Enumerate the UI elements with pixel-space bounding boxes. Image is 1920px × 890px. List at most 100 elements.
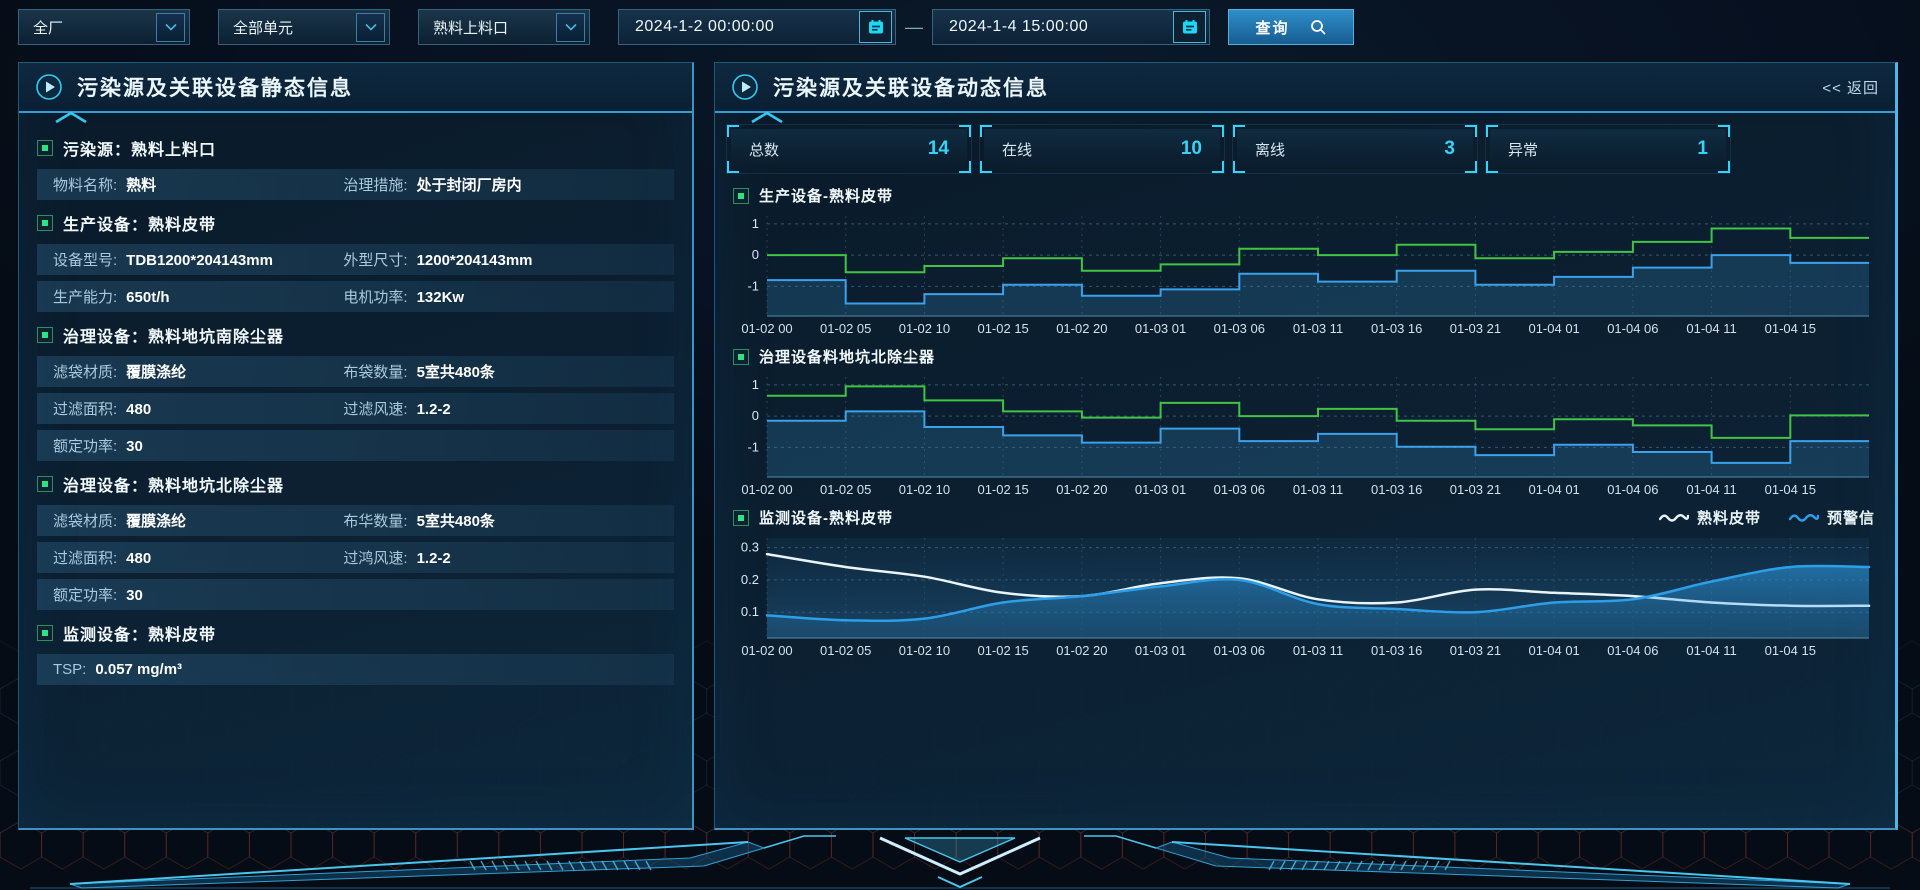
stat-card-离线: 离线3 [1237, 129, 1473, 169]
field-label: 外型尺寸: [343, 249, 407, 270]
calendar-icon[interactable] [859, 11, 892, 43]
bullet-inner [42, 481, 48, 487]
field-pair: 过鸿风速: 1.2-2 [343, 547, 633, 568]
unit-select-value: 全部单元 [233, 17, 293, 38]
green-square-bullet [37, 625, 53, 641]
chart-plot: 10-101-02 0001-02 0501-02 1001-02 1501-0… [731, 208, 1879, 340]
green-square-bullet [37, 140, 53, 156]
field-pair: 物料名称: 熟料 [53, 174, 343, 195]
section-title: 污染源：熟料上料口 [63, 136, 216, 160]
stat-value: 10 [1181, 138, 1202, 160]
svg-text:01-02 10: 01-02 10 [899, 321, 950, 336]
chart-plot: 10-101-02 0001-02 0501-02 1001-02 1501-0… [731, 369, 1879, 501]
field-label: 生产能力: [53, 286, 117, 307]
info-row: 额定功率:30 [37, 430, 674, 461]
chart-title-row: 生产设备-熟料皮带 [733, 185, 1879, 206]
field-label: 过鸿风速: [343, 547, 407, 568]
query-button[interactable]: 查询 [1228, 9, 1354, 45]
field-value: 1.2-2 [417, 401, 451, 418]
back-link[interactable]: << 返回 [1822, 77, 1879, 98]
stat-value: 1 [1697, 138, 1708, 160]
stat-label: 总数 [749, 139, 779, 160]
section-header: 生产设备：熟料皮带 [37, 211, 678, 235]
green-square-bullet [37, 327, 53, 343]
end-datetime-value: 2024-1-4 15:00:00 [949, 18, 1088, 36]
svg-text:01-04 15: 01-04 15 [1765, 321, 1816, 336]
main-area: 污染源及关联设备静态信息 污染源：熟料上料口物料名称:熟料治理措施:处于封闭厂房… [18, 62, 1898, 830]
legend-line-icon [1659, 512, 1689, 524]
field-label: 物料名称: [53, 174, 117, 195]
field-value: 30 [126, 438, 143, 455]
svg-text:01-04 11: 01-04 11 [1686, 482, 1736, 497]
svg-text:01-03 01: 01-03 01 [1135, 482, 1186, 497]
field-label: 过滤风速: [343, 398, 407, 419]
chart-block-2: 治理设备料地坑北除尘器10-101-02 0001-02 0501-02 100… [731, 346, 1879, 501]
source-select[interactable]: 熟料上料口 [418, 9, 590, 45]
field-label: 过滤面积: [53, 547, 117, 568]
filter-toolbar: 全厂 全部单元 熟料上料口 2024-1-2 00:00:00 [18, 8, 1354, 46]
field-value: 480 [126, 550, 151, 567]
field-value: 熟料 [126, 174, 156, 195]
svg-text:01-02 05: 01-02 05 [820, 643, 871, 658]
bullet-inner [42, 145, 48, 151]
svg-text:01-03 01: 01-03 01 [1135, 643, 1186, 658]
svg-text:-1: -1 [747, 278, 759, 293]
svg-text:01-03 16: 01-03 16 [1371, 482, 1422, 497]
green-square-bullet [37, 476, 53, 492]
chevron-down-icon [156, 13, 185, 42]
section-header: 污染源：熟料上料口 [37, 136, 678, 160]
svg-text:01-04 15: 01-04 15 [1765, 643, 1816, 658]
end-datetime-input[interactable]: 2024-1-4 15:00:00 [932, 9, 1210, 45]
unit-select[interactable]: 全部单元 [218, 9, 390, 45]
svg-text:01-04 11: 01-04 11 [1686, 321, 1736, 336]
svg-text:01-02 10: 01-02 10 [899, 482, 950, 497]
chart-legend: 熟料皮带 预警信 [1659, 507, 1879, 528]
field-pair: 生产能力: 650t/h [53, 286, 343, 307]
svg-text:01-02 00: 01-02 00 [741, 482, 792, 497]
svg-text:01-03 21: 01-03 21 [1450, 482, 1501, 497]
bullet-inner [738, 193, 744, 199]
field-value: 650t/h [126, 289, 169, 306]
section-header: 监测设备：熟料皮带 [37, 621, 678, 645]
dynamic-panel-title: 污染源及关联设备动态信息 [773, 72, 1049, 102]
field-label: 额定功率: [53, 584, 117, 605]
section-title: 生产设备：熟料皮带 [63, 211, 216, 235]
svg-text:01-02 00: 01-02 00 [741, 643, 792, 658]
section-title: 监测设备：熟料皮带 [63, 621, 216, 645]
svg-text:01-03 11: 01-03 11 [1293, 643, 1343, 658]
field-pair: 滤袋材质:覆膜涤纶 [53, 361, 343, 382]
stat-label: 在线 [1002, 139, 1032, 160]
chart-plot: 0.30.20.101-02 0001-02 0501-02 1001-02 1… [731, 530, 1879, 662]
legend-item[interactable]: 预警信 [1789, 507, 1875, 528]
chart-title: 监测设备-熟料皮带 [759, 507, 893, 528]
date-range-picker: 2024-1-2 00:00:00 — 2024-1-4 15:00:00 [618, 9, 1210, 45]
dynamic-content: 总数14在线10离线3异常1 生产设备-熟料皮带10-101-02 0001-0… [715, 113, 1895, 662]
legend-label: 熟料皮带 [1697, 507, 1761, 528]
legend-item[interactable]: 熟料皮带 [1659, 507, 1761, 528]
green-square-bullet [733, 188, 749, 204]
calendar-icon[interactable] [1173, 11, 1206, 43]
start-datetime-input[interactable]: 2024-1-2 00:00:00 [618, 9, 896, 45]
bottom-tech-ornament [0, 830, 1920, 890]
svg-text:0: 0 [752, 247, 759, 262]
stat-label: 异常 [1508, 139, 1538, 160]
field-value: 1.2-2 [417, 550, 451, 567]
svg-text:01-03 11: 01-03 11 [1293, 321, 1343, 336]
search-icon [1310, 19, 1327, 36]
svg-text:01-03 21: 01-03 21 [1450, 643, 1501, 658]
field-label: 设备型号: [53, 249, 117, 270]
source-select-value: 熟料上料口 [433, 17, 508, 38]
chevron-ornament [53, 110, 89, 124]
field-value: 覆膜涤纶 [126, 510, 186, 531]
field-pair: 布华数量:5室共480条 [343, 510, 633, 531]
stat-card-总数: 总数14 [731, 129, 967, 169]
static-panel-title: 污染源及关联设备静态信息 [77, 72, 353, 102]
info-row: 物料名称:熟料治理措施:处于封闭厂房内 [37, 169, 674, 200]
field-pair: TSP:0.057 mg/m³ [53, 661, 343, 678]
svg-text:-1: -1 [747, 439, 759, 454]
svg-text:01-03 21: 01-03 21 [1450, 321, 1501, 336]
chart-title: 治理设备料地坑北除尘器 [759, 346, 935, 367]
field-pair: 布袋数量:5室共480条 [343, 361, 633, 382]
dynamic-panel-header: 污染源及关联设备动态信息 << 返回 [715, 63, 1895, 113]
plant-select[interactable]: 全厂 [18, 9, 190, 45]
